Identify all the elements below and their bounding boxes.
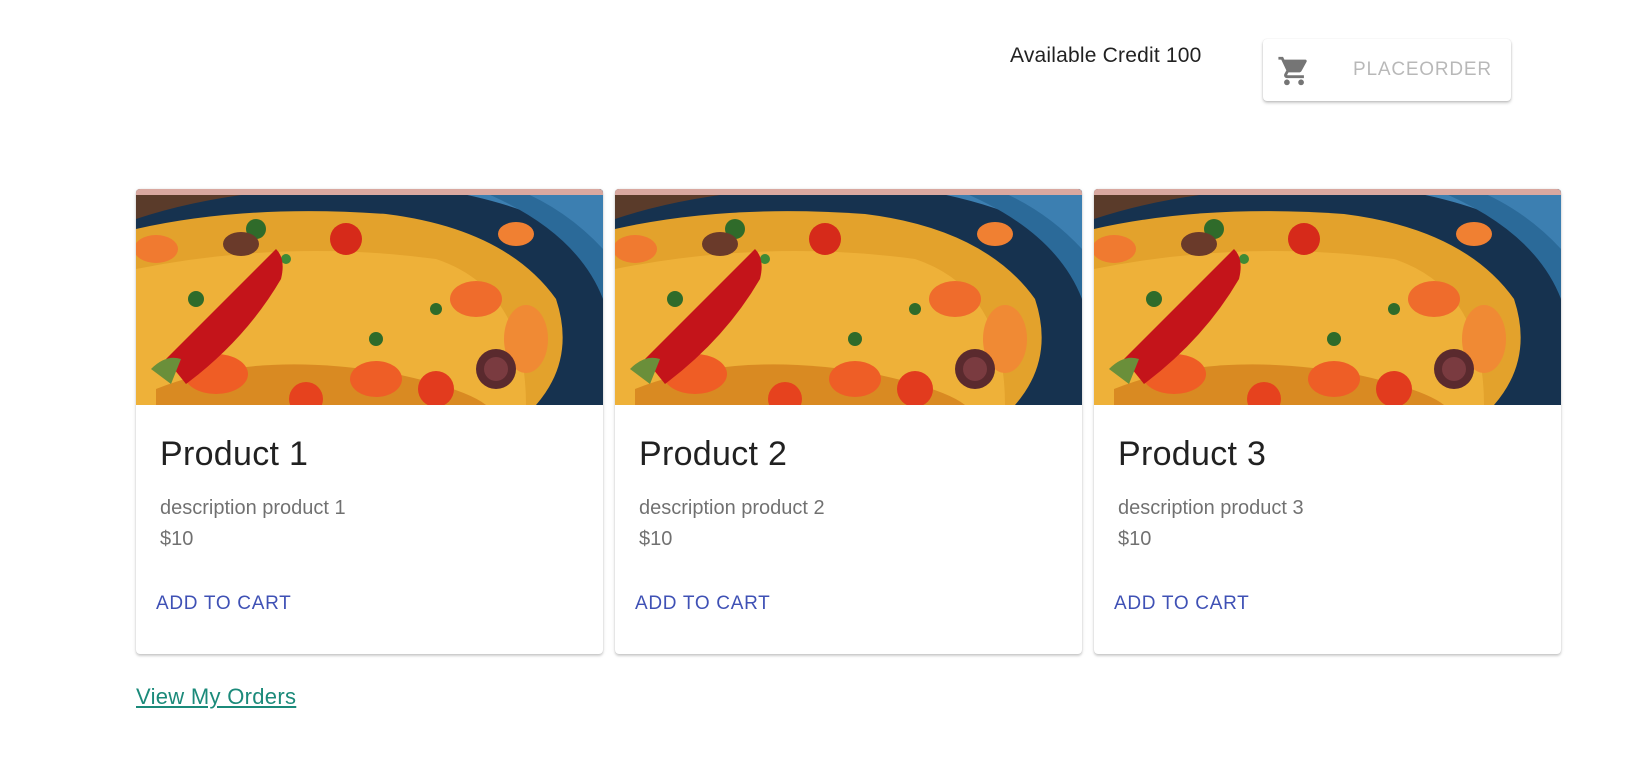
place-order-label: PLACEORDER — [1353, 59, 1492, 80]
product-list: Product 1 description product 1 $10 ADD … — [136, 189, 1561, 654]
product-price: $10 — [639, 528, 673, 550]
product-title: Product 1 — [160, 435, 309, 473]
product-description: description product 2 — [639, 497, 825, 519]
add-to-cart-button[interactable]: ADD TO CART — [635, 593, 770, 615]
add-to-cart-button[interactable]: ADD TO CART — [156, 593, 291, 615]
product-description: description product 1 — [160, 497, 346, 519]
add-to-cart-button[interactable]: ADD TO CART — [1114, 593, 1249, 615]
product-image — [615, 189, 1082, 405]
shopping-cart-icon — [1278, 56, 1307, 86]
product-description: description product 3 — [1118, 497, 1304, 519]
product-card: Product 2 description product 2 $10 ADD … — [615, 189, 1082, 654]
product-card: Product 3 description product 3 $10 ADD … — [1094, 189, 1561, 654]
product-card: Product 1 description product 1 $10 ADD … — [136, 189, 603, 654]
page: Available Credit 100 PLACEORDER Product … — [0, 0, 1642, 784]
product-price: $10 — [1118, 528, 1152, 550]
product-price: $10 — [160, 528, 194, 550]
available-credit-text: Available Credit 100 — [1010, 44, 1202, 67]
place-order-button[interactable]: PLACEORDER — [1263, 39, 1511, 101]
product-title: Product 3 — [1118, 435, 1267, 473]
product-title: Product 2 — [639, 435, 788, 473]
product-image — [1094, 189, 1561, 405]
view-my-orders-link[interactable]: View My Orders — [136, 684, 296, 710]
product-image — [136, 189, 603, 405]
